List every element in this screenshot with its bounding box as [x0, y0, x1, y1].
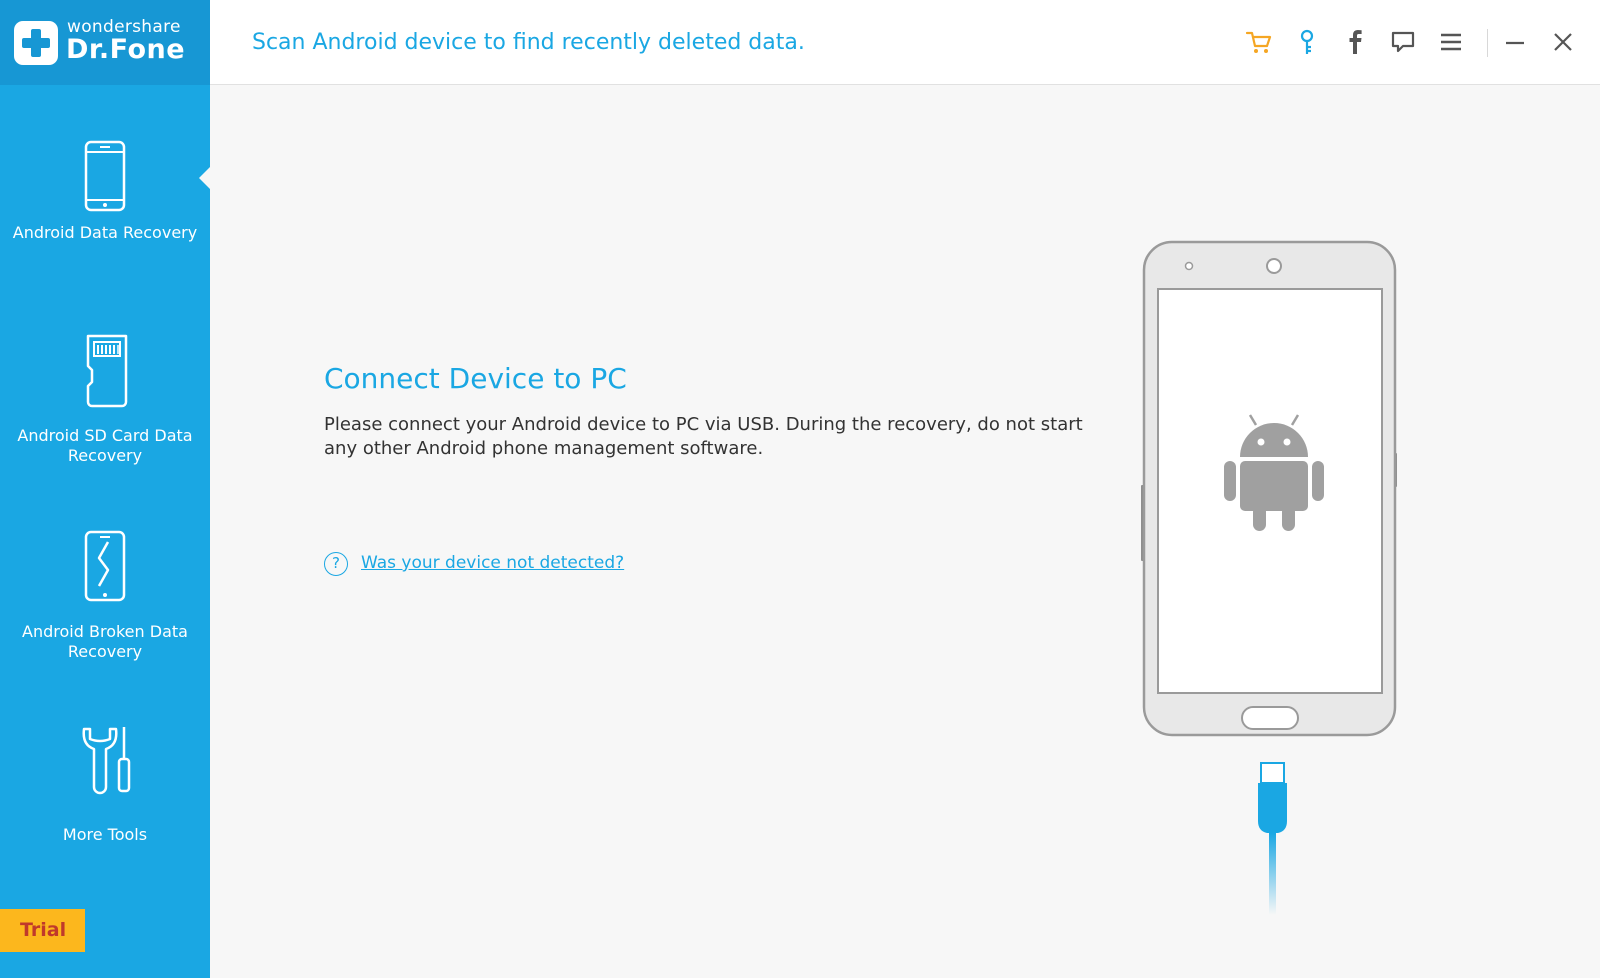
header-bar: Scan Android device to find recently del…: [210, 0, 1600, 85]
phone-camera: [1266, 258, 1282, 274]
active-indicator: [199, 167, 210, 189]
sidebar-item-label: Android Broken Data Recovery: [22, 622, 188, 661]
trial-badge[interactable]: Trial: [0, 909, 85, 952]
sidebar-item-label: Android SD Card Data Recovery: [17, 426, 193, 465]
usb-cable: [1258, 762, 1287, 915]
cart-icon[interactable]: [1243, 26, 1275, 58]
sd-card-icon: [86, 334, 128, 408]
brand-name: Dr.Fone: [66, 34, 186, 65]
menu-icon[interactable]: [1435, 26, 1467, 58]
tools-icon: [82, 727, 131, 795]
main-content: Connect Device to PC Please connect your…: [210, 85, 1600, 978]
header-divider: [1487, 29, 1488, 57]
close-icon[interactable]: [1547, 26, 1579, 58]
sidebar: wondershare Dr.Fone Android Data Recover…: [0, 0, 210, 978]
drfone-plus-icon: [14, 21, 58, 65]
connect-heading: Connect Device to PC: [324, 362, 627, 395]
facebook-icon[interactable]: [1339, 26, 1371, 58]
sidebar-item-more-tools[interactable]: More Tools: [0, 705, 210, 895]
phone-sensor: [1184, 261, 1194, 271]
sidebar-item-label: More Tools: [62, 825, 148, 844]
broken-phone-icon: [84, 530, 126, 602]
help-icon: ?: [324, 552, 348, 576]
key-icon[interactable]: [1291, 26, 1323, 58]
device-not-detected-link[interactable]: Was your device not detected?: [361, 553, 624, 573]
connect-instructions: Please connect your Android device to PC…: [324, 414, 1083, 459]
minimize-icon[interactable]: [1499, 26, 1531, 58]
phone-icon: [84, 140, 126, 212]
phone-home-button: [1241, 706, 1299, 730]
sidebar-item-broken-data-recovery[interactable]: Android Broken Data Recovery: [0, 508, 210, 698]
sidebar-item-sd-card-recovery[interactable]: Android SD Card Data Recovery: [0, 310, 210, 500]
sidebar-item-android-data-recovery[interactable]: Android Data Recovery: [0, 110, 210, 300]
page-title: Scan Android device to find recently del…: [252, 30, 805, 55]
chat-icon[interactable]: [1387, 26, 1419, 58]
phone-usb-illustration: [1141, 240, 1397, 915]
sidebar-item-label: Android Data Recovery: [12, 223, 198, 242]
app-logo: wondershare Dr.Fone: [0, 0, 210, 85]
